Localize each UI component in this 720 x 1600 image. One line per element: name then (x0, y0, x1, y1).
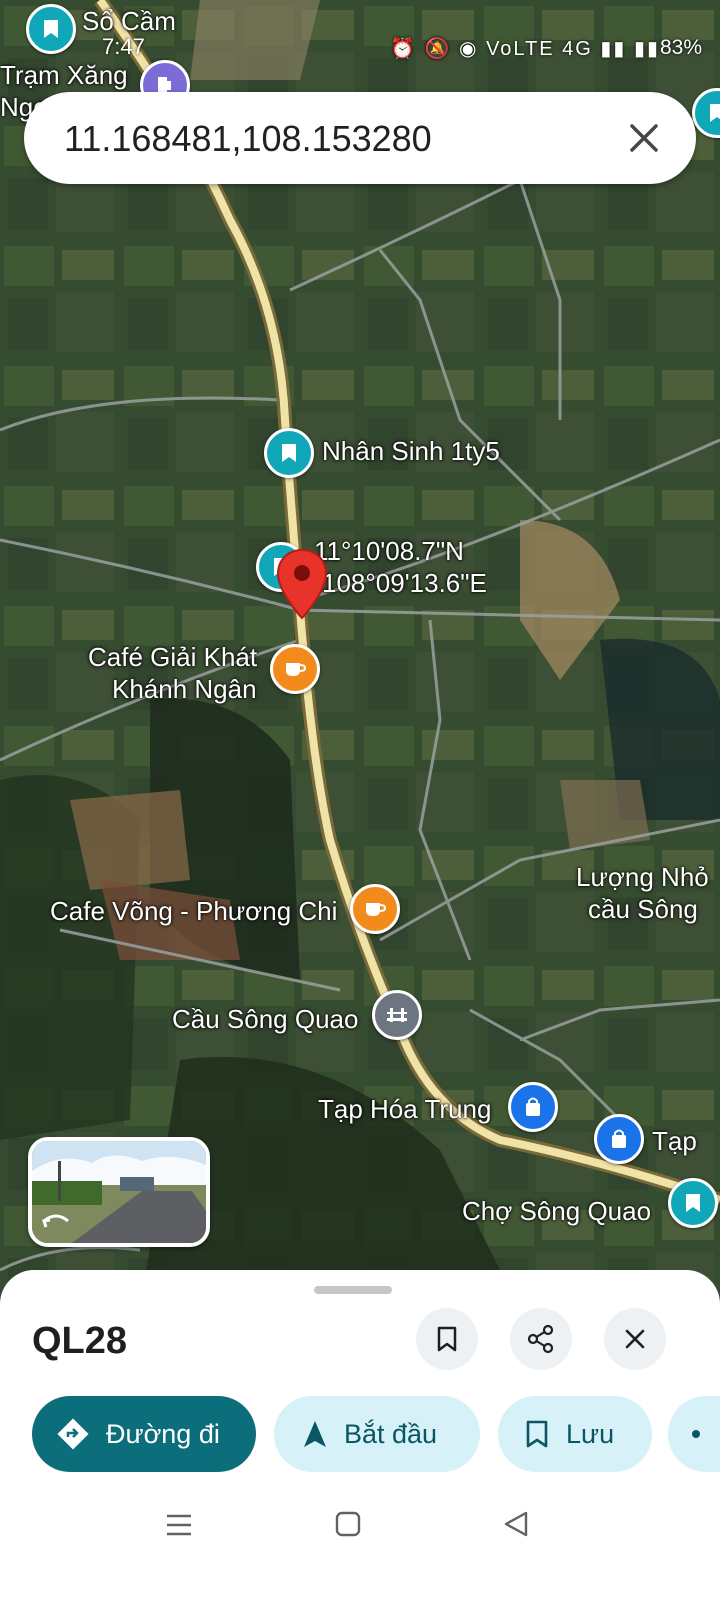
share-icon (692, 1430, 700, 1438)
map-label-luong-nho-line2[interactable]: cầu Sông (588, 894, 698, 925)
back-triangle-icon[interactable] (502, 1510, 530, 1538)
search-bar[interactable] (24, 92, 696, 184)
more-actions-button-partial[interactable] (668, 1396, 720, 1472)
place-bottom-sheet[interactable]: QL28 Đường đi Bắt đầu Lưu (0, 1270, 720, 1600)
start-button[interactable]: Bắt đầu (274, 1396, 480, 1472)
bridge-icon (387, 1008, 407, 1022)
map-label-nhan-sinh[interactable]: Nhân Sinh 1ty5 (322, 436, 500, 467)
save-label: Lưu (566, 1418, 615, 1449)
map-label-cau-song-quao[interactable]: Cầu Sông Quao (172, 1004, 358, 1035)
bookmark-pin-nhan-sinh[interactable] (264, 428, 314, 478)
close-icon (625, 1329, 645, 1349)
system-navigation-bar (0, 1480, 720, 1600)
drag-handle[interactable] (314, 1286, 392, 1294)
status-indicators: ⏰ 🔕 ◉ VoLTE 4G ▮▮ ▮▮ (390, 38, 660, 60)
map-label-cafe-giai-khat-line2[interactable]: Khánh Ngân (112, 674, 257, 705)
search-input[interactable] (62, 110, 606, 168)
bookmark-icon (437, 1326, 457, 1352)
status-bar: 7:47 ⏰ 🔕 ◉ VoLTE 4G ▮▮ ▮▮ 83% (0, 0, 720, 60)
coffee-cup-icon (286, 663, 306, 676)
directions-icon (57, 1418, 89, 1450)
place-title: QL28 (32, 1320, 128, 1362)
cafe-pin-phuong-chi[interactable] (350, 884, 400, 934)
directions-button[interactable]: Đường đi (32, 1396, 256, 1472)
status-time: 7:47 (102, 34, 145, 59)
bookmark-icon (686, 1194, 700, 1212)
map-label-tap-hoa-trung[interactable]: Tạp Hóa Trung (318, 1094, 491, 1125)
coordinate-label-lng: 108°09'13.6"E (322, 568, 487, 598)
shop-pin-tap-2[interactable] (594, 1114, 644, 1164)
coordinate-label-lat: 11°10'08.7"N (314, 536, 464, 566)
save-bookmark-button[interactable] (416, 1308, 478, 1370)
bookmark-icon (526, 1420, 548, 1448)
close-icon[interactable] (620, 114, 668, 162)
save-button[interactable]: Lưu (498, 1396, 652, 1472)
satellite-map[interactable]: Sổ Cầm Trạm Xăng Ngọ Nhân Sinh 1ty5 11°1… (0, 0, 720, 1310)
bridge-pin[interactable] (372, 990, 422, 1040)
shopping-bag-icon (612, 1129, 626, 1148)
map-label-cafe-vong[interactable]: Cafe Võng - Phương Chi (50, 896, 337, 927)
start-label: Bắt đầu (344, 1418, 438, 1449)
coffee-cup-icon (366, 903, 386, 916)
home-square-icon[interactable] (334, 1510, 362, 1538)
shopping-bag-icon (526, 1097, 540, 1116)
menu-icon[interactable] (164, 1512, 194, 1538)
cafe-pin-khanh-ngan[interactable] (270, 644, 320, 694)
street-view-thumbnail[interactable] (28, 1137, 210, 1247)
shop-pin-tap-hoa-trung[interactable] (508, 1082, 558, 1132)
map-label-tap-2[interactable]: Tạp (652, 1126, 697, 1157)
bookmark-pin-cho[interactable] (668, 1178, 718, 1228)
map-label-tram-xang[interactable]: Trạm Xăng (0, 60, 128, 91)
navigation-arrow-icon (304, 1421, 326, 1447)
directions-label: Đường đi (106, 1418, 220, 1449)
bookmark-icon (710, 104, 720, 122)
close-sheet-button[interactable] (604, 1308, 666, 1370)
share-icon (527, 1324, 554, 1354)
map-label-luong-nho[interactable]: Lượng Nhỏ (576, 862, 709, 893)
map-label-cho-song-quao[interactable]: Chợ Sông Quao (462, 1196, 651, 1227)
share-button[interactable] (510, 1308, 572, 1370)
map-label-cafe-giai-khat[interactable]: Café Giải Khát (88, 642, 257, 673)
bookmark-icon (282, 444, 296, 462)
dropped-pin-icon[interactable] (276, 548, 328, 620)
battery-level: 83% (659, 36, 702, 59)
street-view-image (32, 1141, 206, 1243)
